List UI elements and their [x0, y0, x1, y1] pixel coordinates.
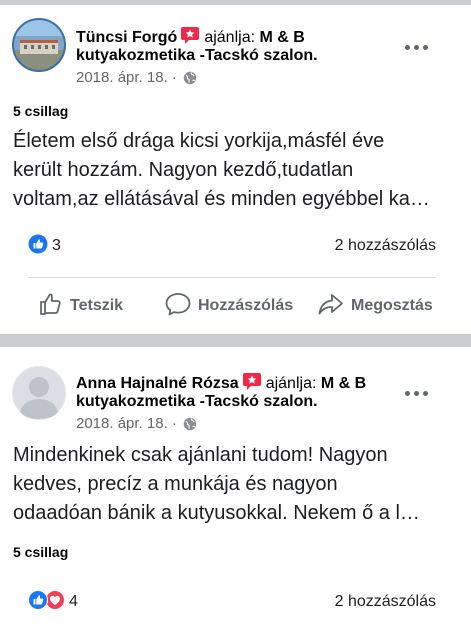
author-name[interactable]: Anna Hajnalné Rózsa — [76, 375, 239, 392]
review-post: Anna Hajnalné Rózsa ajánlja: M & B kutyak… — [0, 347, 471, 627]
reaction-count: 3 — [52, 237, 61, 254]
recommends-label: ajánlja: — [265, 375, 317, 392]
comment-icon — [164, 291, 198, 322]
share-label: Megosztás — [351, 297, 433, 314]
reaction-count: 4 — [69, 593, 78, 610]
divider — [28, 277, 436, 278]
comment-label: Hozzászólás — [198, 297, 294, 314]
action-bar: Tetszik Hozzászólás Megosztás — [0, 291, 471, 321]
reaction-summary[interactable]: 3 — [28, 234, 61, 259]
post-text-line: került hozzám. Nagyon kezdő,tudatlan — [13, 159, 354, 181]
globe-icon — [183, 71, 197, 91]
page-name-line2[interactable]: kutyakozmetika -Tacskó szalon. — [76, 393, 318, 410]
post-text-line: Mindenkinek csak ajánlani tudom! Nagyon — [13, 444, 388, 466]
love-reaction-icon — [45, 589, 65, 615]
share-icon — [317, 291, 351, 322]
globe-icon — [183, 417, 197, 437]
post-text-line: voltam,az ellátásával és minden egyébbel… — [13, 188, 430, 210]
avatar[interactable] — [12, 366, 66, 420]
post-date[interactable]: 2018. ápr. 18. · — [76, 415, 177, 432]
recommends-label: ajánlja: — [204, 29, 256, 46]
rating-label: 5 csillag — [13, 544, 69, 560]
review-post: Tüncsi Forgó ajánlja: M & B kutyakozmetik… — [0, 5, 471, 334]
page-name-line2[interactable]: kutyakozmetika -Tacskó szalon. — [76, 47, 318, 64]
thumb-up-icon — [38, 291, 70, 322]
post-text-line: odaadóan bánik a kutyusokkal. Nekem ő a … — [13, 502, 420, 524]
page-name[interactable]: M & B — [321, 375, 366, 392]
like-reaction-icon — [28, 234, 48, 259]
like-button[interactable]: Tetszik — [38, 291, 123, 321]
more-icon[interactable] — [405, 388, 429, 398]
post-text[interactable]: Mindenkinek csak ajánlani tudom! Nagyon … — [13, 441, 463, 528]
post-text-line: kedves, precíz a munkája és nagyon — [13, 473, 338, 495]
page-name[interactable]: M & B — [259, 29, 304, 46]
post-separator — [0, 334, 471, 347]
reaction-summary[interactable]: 4 — [28, 589, 78, 615]
post-meta: 2018. ápr. 18. · — [76, 68, 197, 91]
comment-count[interactable]: 2 hozzászólás — [335, 591, 436, 613]
share-button[interactable]: Megosztás — [317, 291, 433, 321]
like-label: Tetszik — [70, 297, 124, 314]
post-text-line: Életem első drága kicsi yorkija,másfél é… — [13, 130, 385, 152]
post-meta: 2018. ápr. 18. · — [76, 414, 197, 437]
like-reaction-icon — [28, 589, 48, 615]
rating-label: 5 csillag — [13, 103, 69, 119]
more-icon[interactable] — [405, 42, 429, 52]
comment-button[interactable]: Hozzászólás — [164, 291, 293, 321]
post-text[interactable]: Életem első drága kicsi yorkija,másfél é… — [13, 127, 463, 214]
avatar[interactable] — [12, 18, 66, 72]
author-name[interactable]: Tüncsi Forgó — [76, 29, 177, 46]
comment-count[interactable]: 2 hozzászólás — [335, 235, 436, 257]
post-date[interactable]: 2018. ápr. 18. · — [76, 69, 177, 86]
